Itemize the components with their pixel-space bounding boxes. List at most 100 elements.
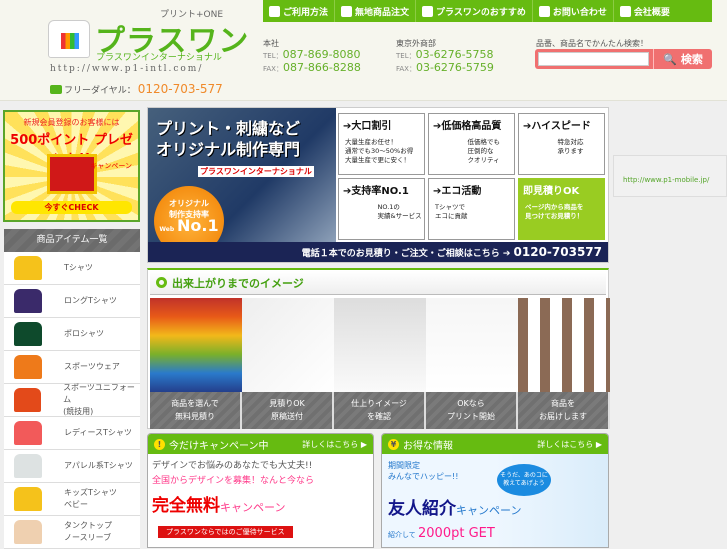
flow-step-caption: 商品を お届けします	[518, 392, 610, 429]
campaign-line2: 全国からデザインを募集！なんと今なら	[152, 476, 315, 486]
nav-label: ご利用方法	[283, 7, 329, 18]
category-title: 商品アイテム一覧	[4, 229, 140, 252]
category-list: TシャツロングTシャツ ポロシャツスポーツウェアスポーツユニフォーム (競技用) レ…	[4, 252, 140, 549]
badge-web: Web	[159, 226, 175, 233]
feature-body: 特急対応 承ります	[557, 138, 584, 155]
search-button[interactable]: 🔍 検索	[653, 49, 712, 69]
category-label: ロングTシャツ	[64, 296, 117, 305]
deals-campaign: キャンペーン	[456, 504, 522, 517]
category-item[interactable]: スポーツユニフォーム (競技用)	[4, 383, 140, 417]
feature-title: ➔大口割引	[343, 121, 392, 132]
campaign-line1: デザインでお悩みのあなたでも大丈夫!!	[152, 461, 313, 471]
guide-icon	[269, 5, 280, 17]
fax-number: 03-6276-5759	[415, 61, 494, 74]
office-tokyo: 東京外商部 TEL：03-6276-5758 FAX：03-6276-5759	[396, 38, 494, 75]
free-dial-number: 0120-703-577	[137, 82, 223, 96]
feature-body: NO.1の 実績&サービス	[377, 203, 422, 220]
category-label: ポロシャツ	[64, 329, 104, 338]
campaign-line4: プラスワンならではのご優待サービス	[158, 526, 293, 538]
category-item[interactable]: キッズTシャツ ベビー	[4, 483, 140, 516]
feature-title: ➔エコ活動	[433, 186, 482, 197]
category-label: スポーツウェア	[64, 362, 120, 371]
flow-step-image	[334, 298, 426, 392]
feature-body: ページ内から商品を 見つけてお見積り！	[525, 203, 584, 220]
nav-contact[interactable]: お問い合わせ	[533, 0, 614, 22]
mobile-link[interactable]: http://www.p1-mobile.jp/	[613, 155, 727, 197]
campaign-title: 今だけキャンペーン中	[169, 440, 269, 452]
feature-cell[interactable]: ➔支持率NO.1 NO.1の 実績&サービス	[338, 178, 425, 240]
hero-title-line: オリジナル制作専門	[156, 140, 301, 159]
freedial-icon	[50, 84, 62, 94]
campaign-campaign: キャンペーン	[220, 501, 286, 514]
phone-bar-number: 0120-703577	[513, 245, 602, 259]
nav-recommend[interactable]: プラスワンのおすすめ	[416, 0, 533, 22]
flow-title: 出来上がりまでのイメージ	[172, 276, 304, 290]
shirt-thumbnail-icon	[14, 289, 42, 313]
hero-brand: プラスワンインターナショナル	[198, 166, 314, 177]
feature-cell[interactable]: ➔低価格高品質 低価格でも 圧倒的な クオリティ	[428, 113, 515, 175]
campaign-box[interactable]: ! 今だけキャンペーン中 詳しくはこちら ▶ デザインでお悩みのあなたでも大丈夫!!…	[147, 433, 374, 548]
office-head: 本社 TEL：087-869-8080 FAX：087-866-8288	[263, 38, 361, 75]
nav-plain-order[interactable]: 無地商品注文	[335, 0, 417, 22]
deals-friend: 友人紹介	[388, 499, 456, 519]
nav-company[interactable]: 会社概要	[614, 0, 676, 22]
category-item[interactable]: ロングTシャツ	[4, 285, 140, 318]
feature-title: ➔支持率NO.1	[343, 186, 409, 197]
badge-line: オリジナル	[169, 199, 209, 208]
flow-step-caption: OKなら プリント開始	[426, 392, 518, 429]
feature-title: ➔低価格高品質	[433, 121, 502, 132]
tshirt-icon	[341, 5, 353, 17]
tel-number: 087-869-8080	[282, 48, 361, 61]
free-dial-label: フリーダイヤル：	[64, 85, 136, 96]
category-item[interactable]: アパレル系Tシャツ	[4, 450, 140, 483]
crown-icon	[422, 5, 434, 17]
gift-icon	[47, 154, 97, 194]
flow-header: 出来上がりまでのイメージ	[150, 271, 606, 295]
tel-label: TEL：	[396, 52, 416, 60]
speech-bubble: そうだ、あのコに 教えてあげよう	[497, 464, 551, 496]
category-item[interactable]: ポロシャツ	[4, 318, 140, 351]
campaign-free: 完全無料	[152, 496, 220, 516]
category-label: スポーツユニフォーム (競技用)	[63, 383, 135, 416]
category-label: タンクトップ ノースリーブ	[64, 521, 112, 542]
phone-bar: 電話１本でのお見積り・ご注文・ご相談はこちら ➔ 0120-703577	[148, 242, 608, 262]
hero-banner[interactable]: プリント・刺繍など オリジナル制作専門 プラスワンインターナショナル オリジナル制…	[147, 107, 609, 263]
campaign-more-link[interactable]: 詳しくはこちら ▶	[302, 439, 367, 450]
exclamation-icon: !	[154, 438, 165, 450]
hero-title: プリント・刺繍など オリジナル制作専門	[156, 118, 300, 160]
deals-points: 紹介して 2000pt GET	[388, 526, 495, 541]
top-nav: ご利用方法 無地商品注文 プラスワンのおすすめ お問い合わせ 会社概要	[263, 0, 712, 22]
signup-promo-banner[interactable]: 新規会員登録のお客様には 500ポイント プレゼント!! キャンペーン 今すぐC…	[3, 110, 140, 222]
feature-cell[interactable]: ➔大口割引大量生産お任せ！ 通常でも30～50%お得 大量生産で更に安く！	[338, 113, 425, 175]
feature-body: 大量生産お任せ！ 通常でも30～50%お得 大量生産で更に安く！	[345, 138, 414, 164]
category-item[interactable]: タンクトップ ノースリーブ	[4, 516, 140, 549]
shirt-thumbnail-icon	[14, 520, 42, 544]
feature-cell[interactable]: 即見積りOK ページ内から商品を 見つけてお見積り！	[518, 178, 605, 240]
logo-subtitle: プラスワンインターナショナル	[96, 53, 222, 63]
badge-no1: No.1	[176, 216, 219, 235]
nav-label: 会社概要	[633, 7, 670, 18]
feature-cell[interactable]: ➔エコ活動 Tシャツで エコに貢献	[428, 178, 515, 240]
shirt-thumbnail-icon	[14, 487, 42, 511]
search-input[interactable]	[538, 52, 649, 66]
deals-more-link[interactable]: 詳しくはこちら ▶	[537, 439, 602, 450]
deals-pt: 2000pt GET	[418, 526, 495, 541]
category-item[interactable]: スポーツウェア	[4, 351, 140, 384]
category-label: アパレル系Tシャツ	[64, 461, 133, 470]
flow-step-image	[518, 298, 610, 392]
flow-step-caption: 仕上りイメージ を確認	[334, 392, 426, 429]
feature-body: 低価格でも 圧倒的な クオリティ	[467, 138, 501, 164]
shirt-thumbnail-icon	[14, 355, 42, 379]
hero-title-line: プリント・刺繍など	[156, 119, 301, 138]
category-item[interactable]: レディースTシャツ	[4, 417, 140, 450]
deals-header: ¥ お得な情報 詳しくはこちら ▶	[382, 434, 608, 454]
deals-intro: 紹介して	[388, 531, 419, 539]
deals-title: お得な情報	[403, 440, 453, 452]
feature-title: 即見積りOK	[523, 186, 580, 197]
deals-box[interactable]: ¥ お得な情報 詳しくはこちら ▶ 期間限定 みんなでハッピー!! そうだ、あのコに…	[381, 433, 609, 548]
site-url: http://www.p1-intl.com/	[50, 64, 204, 74]
category-item[interactable]: Tシャツ	[4, 252, 140, 285]
nav-guide[interactable]: ご利用方法	[263, 0, 336, 22]
feature-cell[interactable]: ➔ハイスピード 特急対応 承ります	[518, 113, 605, 175]
promo-check-button[interactable]: 今すぐCHECK	[11, 201, 132, 214]
